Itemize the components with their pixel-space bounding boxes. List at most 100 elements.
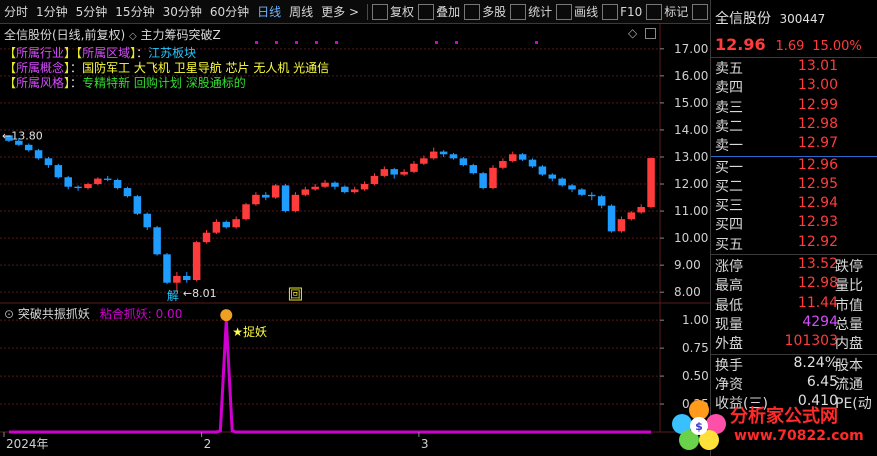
candle-body [420,158,428,164]
region-value: 江苏板块 [148,46,197,60]
candle-body [281,185,290,212]
candle-body [222,221,231,228]
toolbar-action-icon [556,3,573,20]
ask-row-4-label: 卖四 [715,80,743,97]
bid-row-1[interactable]: 买一 12.96 [711,157,877,176]
toolbar-action-3[interactable]: 统计 [528,0,556,24]
ask-row-1[interactable]: 卖一 12.97 [711,135,877,154]
price-tick-label: 17.00 [674,42,708,56]
toolbar-action-1[interactable]: 叠加 [436,0,464,24]
candle-body [499,161,507,168]
price-tick-label: 16.00 [674,69,708,83]
candle-body [94,178,102,185]
region-tag: 所属区域 [82,46,131,60]
stat-row-2-extra-label: 市值 [835,297,863,314]
bid-row-4[interactable]: 买四 12.93 [711,214,877,233]
ask-row-3-value: 12.99 [797,96,838,113]
stat-row-6[interactable]: 净资 6.45 流通 [711,374,877,393]
indicator-name[interactable]: 主力筹码突破Z [141,28,221,42]
candle-body [64,177,72,187]
expand-icon[interactable] [645,28,656,39]
stat-row-3[interactable]: 现量 4294 总量 [711,314,877,333]
candle-body [617,219,626,232]
stat-row-1[interactable]: 最高 12.98 量比 [711,275,877,294]
ask-row-5[interactable]: 卖五 13.01 [711,58,877,77]
toolbar-action-4[interactable]: 画线 [574,0,602,24]
ask-row-3[interactable]: 卖三 12.99 [711,97,877,116]
candle-body [341,186,349,193]
diamond-icon[interactable]: ◇ [628,26,637,40]
stat-row-1-value: 12.98 [797,275,838,292]
stat-row-4-label: 外盘 [715,336,743,353]
candle-body [548,174,557,179]
lower-tick-label: 0.75 [682,341,709,355]
toolbar-period-4[interactable]: 30分钟 [159,0,206,24]
ask-row-2-value: 12.98 [797,115,838,132]
candle-body [252,194,260,205]
candle-body [489,167,497,189]
ask-row-1-value: 12.97 [797,135,838,152]
toolbar-period-6[interactable]: 日线 [253,0,285,24]
bid-row-4-value: 12.93 [797,214,838,231]
bid-row-3[interactable]: 买三 12.94 [711,195,877,214]
toolbar-action-6[interactable]: 标记 [664,0,692,24]
concept-tag: 所属概念 [16,61,65,75]
bid-row-2[interactable]: 买二 12.95 [711,176,877,195]
stat-row-5-extra-label: 股本 [835,357,863,374]
candle-body [578,189,586,195]
chevron-down-icon[interactable]: ◇ [129,31,137,42]
stat-row-4[interactable]: 外盘 101303 内盘 [711,333,877,352]
lower-tick-label: 0.50 [682,369,709,383]
chart-title: 全信股份(日线,前复权) [4,28,126,42]
bid-row-5[interactable]: 买五 12.92 [711,234,877,253]
current-price: 12.96 [715,35,766,54]
toolbar-period-7[interactable]: 周线 [285,0,317,24]
stat-row-0[interactable]: 涨停 13.52 跌停 [711,256,877,275]
toolbar-action-icon [372,3,389,20]
lower-indicator-name[interactable]: 突破共振抓妖 [18,307,90,321]
ask-row-2[interactable]: 卖二 12.98 [711,116,877,135]
stat-row-2[interactable]: 最低 11.44 市值 [711,295,877,314]
toolbar-action-0[interactable]: 复权 [390,0,418,24]
toolbar-action-5[interactable]: F10 [620,0,646,24]
time-tick-label: 2 [204,437,212,451]
candle-body [459,158,468,166]
price-change: 1.69 [775,39,805,54]
stat-row-0-label: 涨停 [715,259,743,275]
ask-row-5-label: 卖五 [715,61,743,77]
lower-panel-header: ⊙ 突破共振抓妖 粘合抓妖: 0.00 [4,305,182,322]
ask-row-4[interactable]: 卖四 13.00 [711,77,877,96]
stat-row-3-value: 4294 [802,313,838,330]
candle-body [291,194,300,212]
toolbar-period-2[interactable]: 5分钟 [72,0,112,24]
candle-body [54,165,63,178]
price-tick-label: 9.00 [674,258,701,272]
candle-body [607,205,616,232]
candle-body [163,254,171,283]
bid-row-5-label: 买五 [715,236,743,253]
toolbar-period-8[interactable]: 更多 > [317,0,363,24]
candle-body [390,169,398,175]
bid-row-5-value: 12.92 [797,233,838,250]
candle-body [627,212,636,220]
candle-body [449,154,458,159]
price-tick-label: 14.00 [674,123,708,137]
toolbar-period-5[interactable]: 60分钟 [206,0,253,24]
toolbar-period-0[interactable]: 分时 [0,0,32,24]
toolbar-period-3[interactable]: 15分钟 [111,0,158,24]
lower-indicator-label: 粘合抓妖: [99,307,152,321]
toolbar-period-1[interactable]: 1分钟 [32,0,72,24]
candle-body [113,179,122,189]
stat-row-5[interactable]: 换手 8.24% 股本 [711,355,877,374]
stat-row-5-label: 换手 [715,357,743,374]
ask-row-5-value: 13.01 [797,58,838,74]
ask-row-3-label: 卖三 [715,99,743,116]
watermark-brand: 分析家公式网 [730,406,838,427]
toolbar-action-2[interactable]: 多股 [482,0,510,24]
settings-circle-icon[interactable]: ⊙ [4,307,14,321]
candle-body [429,151,438,159]
bid-row-4-label: 买四 [715,217,743,234]
price-tick-label: 10.00 [674,231,708,245]
price-tick-label: 15.00 [674,96,708,110]
stat-row-0-extra-label: 跌停 [835,259,863,275]
